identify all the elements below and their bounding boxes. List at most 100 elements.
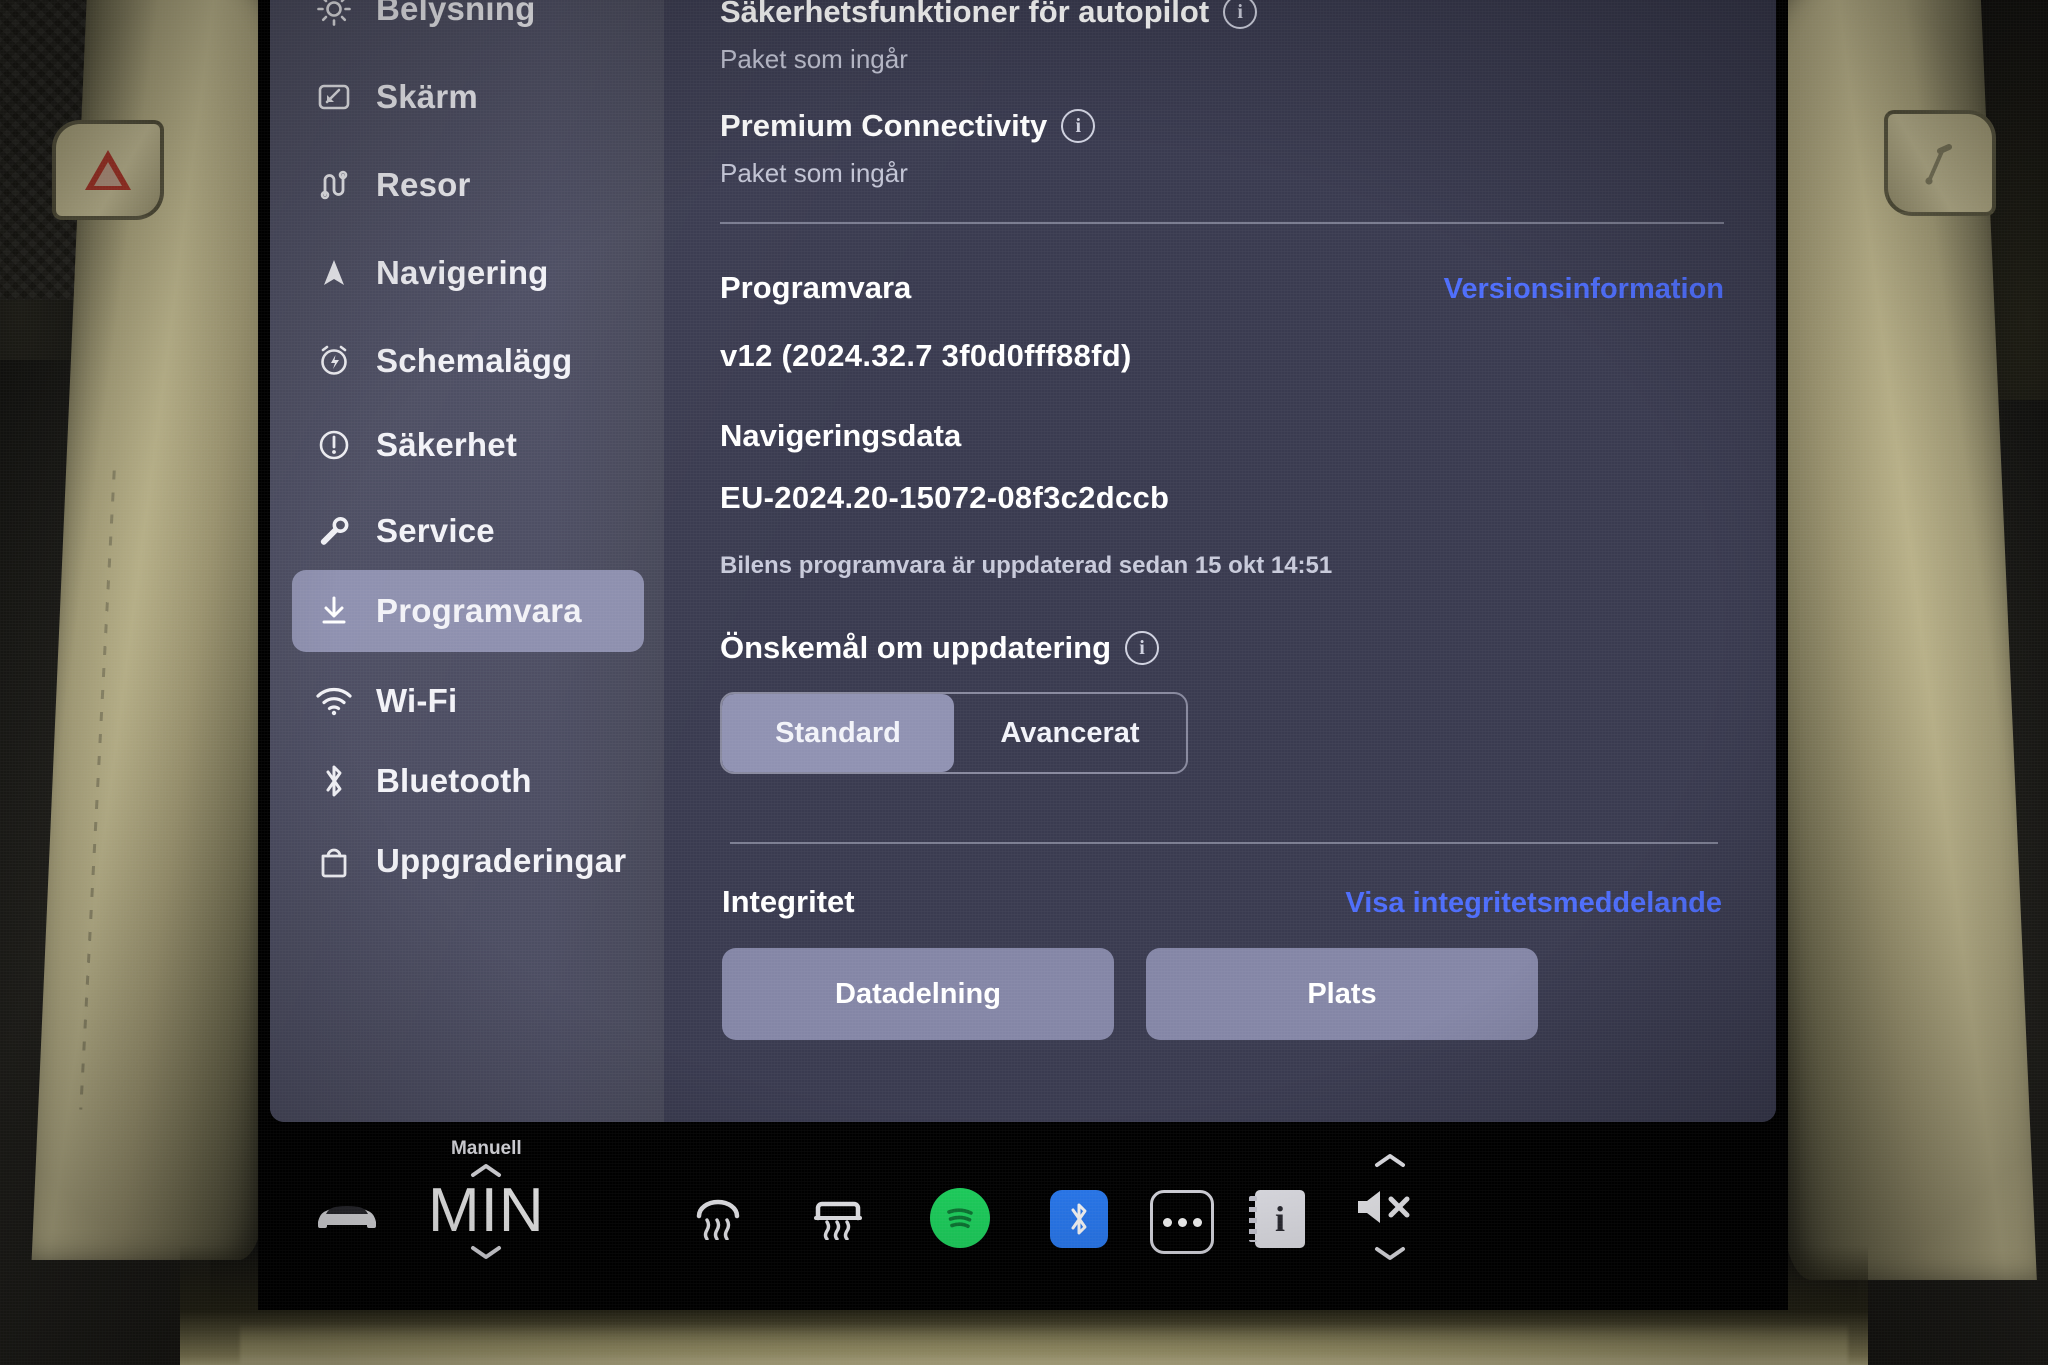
trips-icon bbox=[314, 165, 354, 205]
car-icon[interactable] bbox=[314, 1198, 380, 1232]
sidebar-item-schemalagg[interactable]: Schemalägg bbox=[292, 320, 644, 402]
release-notes-link[interactable]: Versionsinformation bbox=[1444, 273, 1724, 306]
privacy-buttons: Datadelning Plats bbox=[722, 948, 1722, 1040]
chevron-down-icon[interactable] bbox=[469, 1243, 503, 1261]
hazard-triangle-icon bbox=[85, 150, 131, 190]
glovebox-icon[interactable]: i bbox=[1249, 1190, 1305, 1248]
info-icon[interactable]: i bbox=[1125, 631, 1160, 665]
spotify-badge[interactable] bbox=[930, 1188, 990, 1248]
chevron-down-icon[interactable] bbox=[1373, 1244, 1407, 1262]
wifi-icon bbox=[314, 681, 354, 721]
location-button[interactable]: Plats bbox=[1146, 948, 1538, 1040]
sidebar-item-label: Bluetooth bbox=[376, 762, 532, 799]
bluetooth-icon[interactable] bbox=[1050, 1190, 1108, 1248]
sidebar-item-label: Schemalägg bbox=[376, 342, 573, 379]
volume-control[interactable] bbox=[1352, 1152, 1428, 1262]
wiper-button[interactable] bbox=[1884, 110, 1996, 216]
bottom-taskbar[interactable]: Manuell MIN i bbox=[270, 1122, 1776, 1310]
wiper-icon bbox=[1925, 144, 1952, 185]
sidebar-item-label: Skärm bbox=[376, 78, 478, 115]
sidebar-item-label: Uppgraderingar bbox=[376, 842, 627, 879]
glovebox-badge[interactable]: i bbox=[1249, 1190, 1305, 1248]
info-icon[interactable]: i bbox=[1223, 0, 1258, 29]
sidebar-item-label: Belysning bbox=[376, 0, 536, 27]
climate-temperature-control[interactable]: Manuell MIN bbox=[428, 1138, 545, 1261]
update-status-text: Bilens programvara är uppdaterad sedan 1… bbox=[720, 552, 1333, 579]
alarm-clock-icon bbox=[314, 341, 354, 381]
package-title: Säkerhetsfunktioner för autopilot bbox=[720, 0, 1210, 29]
wrench-icon bbox=[314, 511, 354, 551]
bluetooth-icon bbox=[314, 761, 354, 801]
exclamation-circle-icon bbox=[314, 425, 354, 465]
software-section: Programvara Versionsinformation v12 (202… bbox=[720, 270, 1724, 580]
data-sharing-button[interactable]: Datadelning bbox=[722, 948, 1114, 1040]
dot bbox=[1192, 1217, 1202, 1227]
sidebar-item-wifi[interactable]: Wi-Fi bbox=[292, 660, 644, 742]
display-icon bbox=[314, 77, 354, 117]
spotify-icon[interactable] bbox=[930, 1188, 990, 1248]
more-options-icon[interactable] bbox=[1150, 1190, 1214, 1254]
brightness-icon bbox=[314, 0, 354, 29]
sidebar-item-sakerhet[interactable]: Säkerhet bbox=[292, 404, 644, 486]
package-title-row: Premium Connectivity i bbox=[720, 108, 1776, 144]
sidebar-item-skarm[interactable]: Skärm bbox=[292, 56, 644, 138]
software-settings-panel: Säkerhetsfunktioner för autopilot i Pake… bbox=[664, 0, 1776, 1122]
sidebar-item-label: Service bbox=[376, 512, 495, 549]
update-preference-section: Önskemål om uppdatering i Standard Avanc… bbox=[720, 630, 1776, 774]
sidebar-item-bluetooth[interactable]: Bluetooth bbox=[292, 740, 644, 822]
more-options-box[interactable] bbox=[1150, 1190, 1214, 1254]
hazard-lights-button[interactable] bbox=[52, 120, 164, 220]
settings-screen: Belysning Skärm Resor Navigering Schemal… bbox=[270, 0, 1776, 1122]
sidebar-item-belysning[interactable]: Belysning bbox=[292, 0, 644, 50]
shopping-bag-icon bbox=[314, 841, 354, 881]
update-option-standard[interactable]: Standard bbox=[722, 694, 954, 772]
chevron-up-icon[interactable] bbox=[1373, 1152, 1407, 1170]
sidebar-item-label: Navigering bbox=[376, 254, 549, 291]
settings-sidebar[interactable]: Belysning Skärm Resor Navigering Schemal… bbox=[270, 0, 664, 1122]
download-icon bbox=[314, 591, 354, 631]
package-subtitle: Paket som ingår bbox=[720, 44, 908, 74]
privacy-section: Integritet Visa integritetsmeddelande Da… bbox=[722, 884, 1722, 1040]
rear-defrost-icon[interactable] bbox=[690, 1196, 746, 1240]
package-title-row: Säkerhetsfunktioner för autopilot i bbox=[720, 0, 1776, 30]
update-pref-title: Önskemål om uppdatering bbox=[720, 630, 1112, 665]
sidebar-item-uppgraderingar[interactable]: Uppgraderingar bbox=[292, 820, 644, 902]
software-version: v12 (2024.32.7 3f0d0fff88fd) bbox=[720, 338, 1132, 373]
nav-data-title: Navigeringsdata bbox=[720, 418, 962, 453]
package-title: Premium Connectivity bbox=[720, 108, 1048, 143]
sidebar-item-label: Resor bbox=[376, 166, 471, 203]
sidebar-item-label: Wi-Fi bbox=[376, 682, 458, 719]
update-preference-toggle[interactable]: Standard Avancerat bbox=[720, 692, 1188, 774]
package-premium-connectivity: Premium Connectivity i Paket som ingår bbox=[720, 108, 1776, 189]
nav-data-value: EU-2024.20-15072-08f3c2dccb bbox=[720, 480, 1170, 515]
console-bottom-highlight bbox=[240, 1323, 1848, 1365]
software-title: Programvara bbox=[720, 270, 912, 305]
dot bbox=[1177, 1217, 1187, 1227]
front-defrost-icon[interactable] bbox=[810, 1196, 866, 1240]
sidebar-item-navigering[interactable]: Navigering bbox=[292, 232, 644, 314]
update-pref-header: Önskemål om uppdatering i bbox=[720, 630, 1776, 666]
sidebar-item-resor[interactable]: Resor bbox=[292, 144, 644, 226]
screenshot-root: Belysning Skärm Resor Navigering Schemal… bbox=[0, 0, 2048, 1365]
privacy-notice-link[interactable]: Visa integritetsmeddelande bbox=[1345, 887, 1722, 920]
sidebar-item-label: Programvara bbox=[376, 592, 582, 629]
sidebar-item-label: Säkerhet bbox=[376, 426, 518, 463]
bluetooth-badge[interactable] bbox=[1050, 1190, 1108, 1248]
divider-top bbox=[720, 222, 1724, 224]
climate-temperature-value: MIN bbox=[428, 1176, 545, 1245]
volume-mute-icon[interactable] bbox=[1352, 1184, 1428, 1230]
package-autopilot: Säkerhetsfunktioner för autopilot i Pake… bbox=[720, 0, 1776, 75]
sidebar-item-programvara[interactable]: Programvara bbox=[292, 570, 644, 652]
tesla-touchscreen: Belysning Skärm Resor Navigering Schemal… bbox=[258, 0, 1788, 1310]
software-header: Programvara Versionsinformation bbox=[720, 270, 1724, 306]
dot bbox=[1162, 1217, 1172, 1227]
update-option-advanced[interactable]: Avancerat bbox=[954, 694, 1186, 772]
package-subtitle: Paket som ingår bbox=[720, 158, 908, 188]
info-icon[interactable]: i bbox=[1061, 109, 1096, 143]
divider-bottom bbox=[730, 842, 1718, 844]
sidebar-item-service[interactable]: Service bbox=[292, 490, 644, 572]
privacy-title: Integritet bbox=[722, 884, 855, 919]
privacy-header: Integritet Visa integritetsmeddelande bbox=[722, 884, 1722, 920]
navigation-arrow-icon bbox=[314, 253, 354, 293]
climate-mode-label: Manuell bbox=[450, 1138, 522, 1159]
